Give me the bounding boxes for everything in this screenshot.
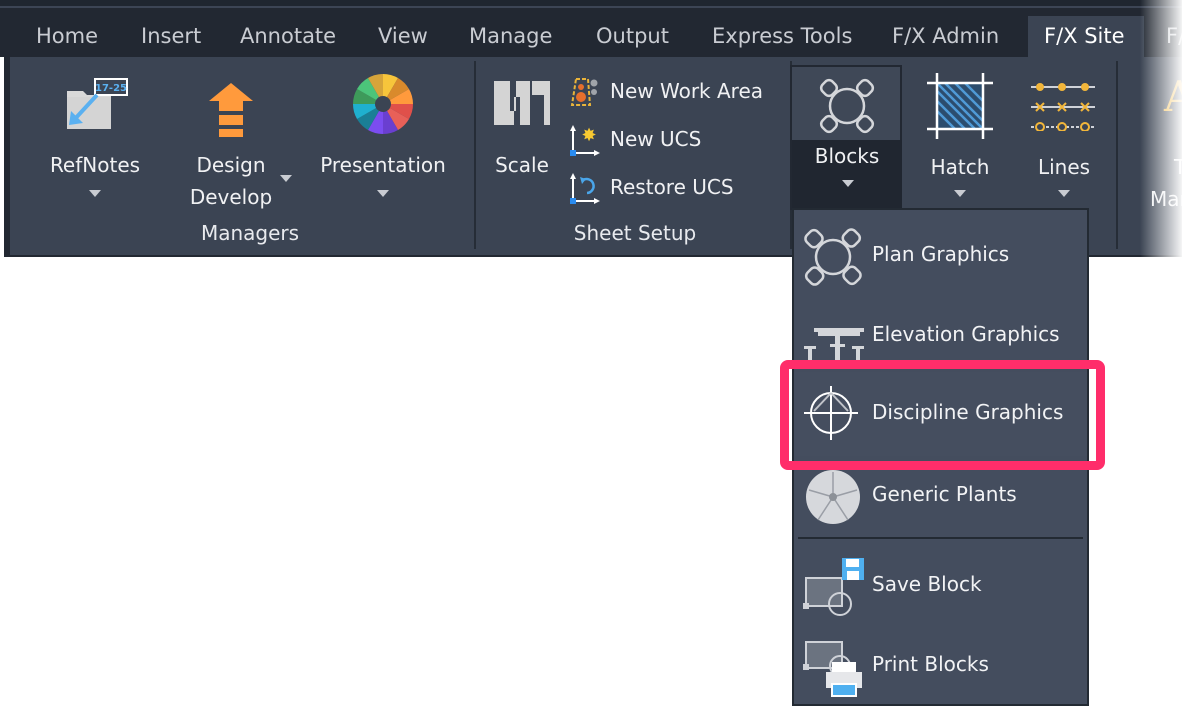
tab-express-tools[interactable]: Express Tools (700, 16, 864, 57)
tab-view[interactable]: View (366, 16, 440, 57)
new-work-area-icon (570, 78, 598, 106)
menu-item-label: Print Blocks (872, 652, 989, 676)
blocks-button-top (790, 65, 902, 140)
autocad-window: Home Insert Annotate View Manage Output … (0, 0, 1182, 720)
menu-item-label: Save Block (872, 572, 982, 596)
chevron-down-icon (842, 180, 854, 187)
svg-text:17-25: 17-25 (95, 83, 127, 94)
sheet-setup-panel-title[interactable]: Sheet Setup (550, 221, 720, 245)
svg-text:✸: ✸ (581, 125, 596, 146)
chevron-down-icon (1058, 190, 1070, 197)
menu-item-plan-graphics[interactable]: Plan Graphics (794, 216, 1087, 296)
new-ucs-label: New UCS (610, 127, 702, 151)
chevron-down-icon (377, 190, 389, 197)
tab-fx-admin[interactable]: F/X Admin (880, 16, 1011, 57)
ribbon-tab-bar: Home Insert Annotate View Manage Output … (0, 8, 1182, 57)
design-develop-label-line1: Design (196, 153, 266, 177)
color-wheel-icon (353, 74, 413, 134)
hatch-label: Hatch (930, 155, 990, 179)
scale-label: Scale (495, 153, 549, 177)
restore-ucs-label: Restore UCS (610, 175, 734, 199)
menu-item-print-blocks[interactable]: Print Blocks (794, 626, 1087, 706)
chevron-down-icon (954, 190, 966, 197)
print-blocks-icon (803, 641, 862, 697)
menu-item-save-block[interactable]: Save Block (794, 546, 1087, 626)
scale-icon (494, 81, 550, 125)
restore-ucs-icon (570, 173, 600, 204)
lines-label: Lines (1037, 155, 1091, 179)
blocks-button-bottom: Blocks (790, 140, 902, 210)
elevation-graphics-icon (804, 328, 864, 364)
new-ucs-icon: ✸ (570, 125, 600, 156)
menu-item-label: Plan Graphics (872, 242, 1010, 266)
design-develop-arrow-icon (209, 83, 253, 137)
chevron-down-icon (89, 190, 101, 197)
lines-button[interactable]: Lines (1016, 65, 1112, 205)
edge-fade (1140, 0, 1182, 258)
tab-annotate[interactable]: Annotate (228, 16, 348, 57)
hatch-icon (927, 73, 993, 139)
save-block-icon (803, 558, 864, 616)
menu-item-label: Generic Plants (872, 482, 1017, 506)
tab-manage[interactable]: Manage (457, 16, 564, 57)
tab-fx-site[interactable]: F/X Site (1028, 16, 1144, 57)
design-develop-label-line2: Develop (189, 185, 273, 209)
tab-insert[interactable]: Insert (129, 16, 213, 57)
design-develop-button[interactable]: Design Develop (175, 67, 305, 217)
scale-button[interactable]: Scale (486, 67, 558, 197)
tab-home[interactable]: Home (24, 16, 110, 57)
generic-plants-icon (806, 470, 860, 524)
presentation-button[interactable]: Presentation (310, 67, 456, 207)
menu-separator (798, 537, 1083, 539)
refnotes-button[interactable]: 17-25 RefNotes (40, 67, 150, 207)
plan-graphics-icon (804, 228, 862, 286)
menu-item-label: Elevation Graphics (872, 322, 1060, 346)
blocks-icon (819, 78, 875, 134)
chevron-down-icon (280, 175, 292, 182)
lines-icon (1031, 83, 1095, 131)
refnotes-folder-icon: 17-25 (67, 78, 128, 129)
panel-divider (1116, 61, 1118, 249)
blocks-label: Blocks (814, 144, 880, 168)
tab-output[interactable]: Output (584, 16, 681, 57)
panel-divider (474, 61, 476, 249)
managers-panel-title[interactable]: Managers (170, 221, 330, 245)
blocks-button[interactable]: Blocks (790, 65, 902, 210)
highlight-annotation-box (780, 360, 1105, 470)
presentation-label: Presentation (320, 153, 446, 177)
refnotes-label: RefNotes (49, 153, 141, 177)
new-work-area-label: New Work Area (610, 79, 764, 103)
hatch-button[interactable]: Hatch (912, 65, 1008, 205)
